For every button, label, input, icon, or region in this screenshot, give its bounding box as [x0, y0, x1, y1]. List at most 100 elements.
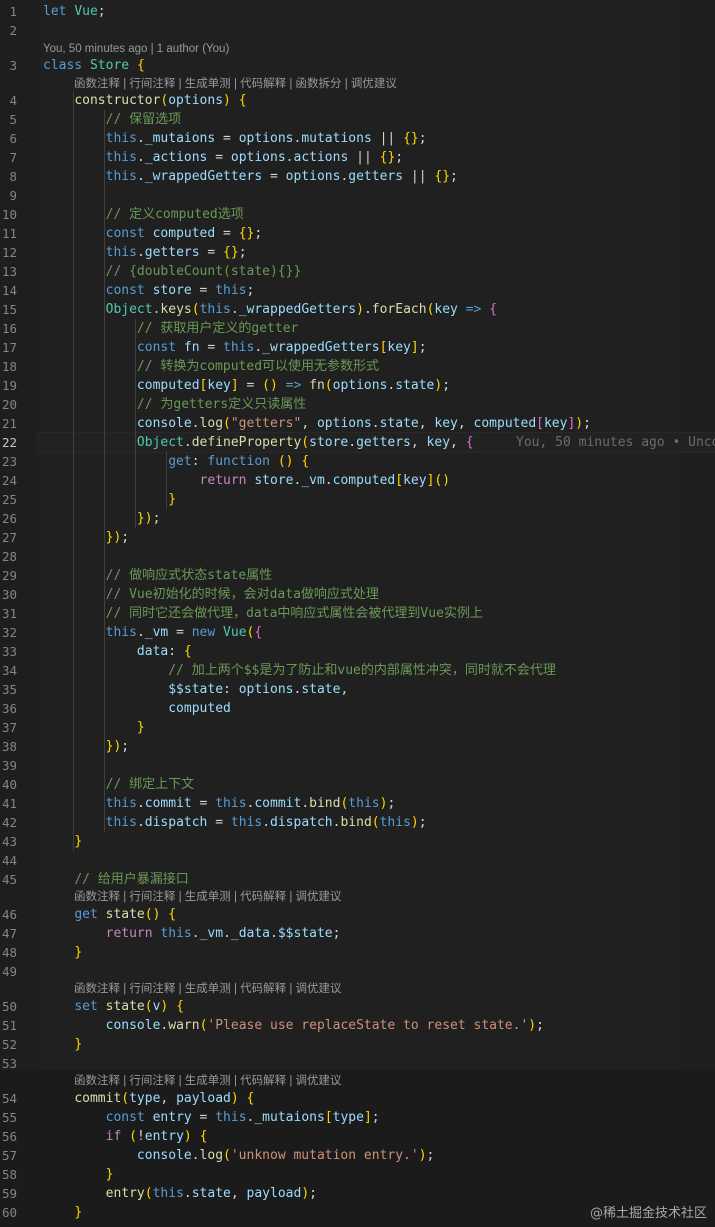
code-line[interactable]: 28 — [0, 547, 715, 566]
ai-codelens-actions[interactable]: 函数注释 | 行间注释 | 生成单测 | 代码解释 | 调优建议 — [74, 980, 342, 998]
code-line[interactable]: 9 — [0, 186, 715, 205]
code-line[interactable]: 53 — [0, 1054, 715, 1073]
code-line[interactable]: 33 data: { — [0, 642, 715, 661]
code-line[interactable]: 16 // 获取用户定义的getter — [0, 319, 715, 338]
line-number: 27 — [1, 530, 17, 545]
line-number: 22 — [1, 435, 17, 450]
code-line[interactable]: 43 } — [0, 832, 715, 851]
code-text: this.commit = this.commit.bind(this); — [105, 796, 396, 811]
line-number: 34 — [1, 663, 17, 678]
code-line[interactable]: 36 computed — [0, 699, 715, 718]
code-line[interactable]: 29 // 做响应式状态state属性 — [0, 566, 715, 585]
line-number: 53 — [1, 1056, 17, 1071]
line-number: 25 — [1, 492, 17, 507]
code-line[interactable]: 19 computed[key] = () => fn(options.stat… — [0, 376, 715, 395]
code-text: console.log('unknow mutation entry.'); — [136, 1148, 435, 1163]
code-text: }); — [105, 739, 130, 754]
code-line[interactable]: 57 console.log('unknow mutation entry.')… — [0, 1146, 715, 1165]
line-number: 14 — [1, 283, 17, 298]
code-line[interactable]: 31 // 同时它还会做代理，data中响应式属性会被代理到Vue实例上 — [0, 604, 715, 623]
code-text: // 定义computed选项 — [105, 207, 244, 222]
code-text: // Vue初始化的时候，会对data做响应式处理 — [105, 587, 379, 602]
code-text: this.dispatch = this.dispatch.bind(this)… — [105, 815, 427, 830]
code-line[interactable]: 27 }); — [0, 528, 715, 547]
code-line[interactable]: 10 // 定义computed选项 — [0, 205, 715, 224]
code-line[interactable]: 22 Object.defineProperty(store.getters, … — [0, 433, 715, 452]
code-line[interactable]: 8 this._wrappedGetters = options.getters… — [0, 167, 715, 186]
line-number: 52 — [1, 1037, 17, 1052]
line-number: 15 — [1, 302, 17, 317]
code-line[interactable]: 40 // 绑定上下文 — [0, 775, 715, 794]
line-number: 11 — [1, 226, 17, 241]
code-line[interactable]: 44 — [0, 851, 715, 870]
code-line[interactable]: 42 this.dispatch = this.dispatch.bind(th… — [0, 813, 715, 832]
code-line[interactable]: 32 this._vm = new Vue({ — [0, 623, 715, 642]
code-line[interactable]: 39 — [0, 756, 715, 775]
line-number: 49 — [1, 964, 17, 979]
code-line[interactable]: 47 return this._vm._data.$$state; — [0, 924, 715, 943]
code-line[interactable]: 4 constructor(options) { — [0, 91, 715, 110]
code-line[interactable]: 54 commit(type, payload) { — [0, 1089, 715, 1108]
code-line[interactable]: 30 // Vue初始化的时候，会对data做响应式处理 — [0, 585, 715, 604]
code-text: } — [168, 492, 177, 507]
code-line[interactable]: 12 this.getters = {}; — [0, 243, 715, 262]
code-line[interactable]: 38 }); — [0, 737, 715, 756]
code-line[interactable]: 59 entry(this.state, payload); — [0, 1184, 715, 1203]
code-text: const store = this; — [105, 283, 255, 298]
code-line[interactable]: 51 console.warn('Please use replaceState… — [0, 1016, 715, 1035]
code-line[interactable]: 46 get state() { — [0, 905, 715, 924]
line-number: 59 — [1, 1186, 17, 1201]
code-line[interactable]: 24 return store._vm.computed[key]() — [0, 471, 715, 490]
code-text: const computed = {}; — [105, 226, 263, 241]
line-number: 31 — [1, 606, 17, 621]
code-text: console.warn('Please use replaceState to… — [105, 1018, 544, 1033]
code-line[interactable]: 49 — [0, 962, 715, 981]
code-line[interactable]: 1 let Vue; — [0, 2, 715, 21]
line-number: 42 — [1, 815, 17, 830]
code-text: // 绑定上下文 — [105, 777, 195, 792]
code-line[interactable]: 55 const entry = this._mutaions[type]; — [0, 1108, 715, 1127]
code-line[interactable]: 21 console.log("getters", options.state,… — [0, 414, 715, 433]
inline-git-blame: You, 50 minutes ago • Unco — [516, 435, 715, 450]
code-line[interactable]: 17 const fn = this._wrappedGetters[key]; — [0, 338, 715, 357]
code-line[interactable]: 58 } — [0, 1165, 715, 1184]
code-line[interactable]: 48 } — [0, 943, 715, 962]
code-text: // {doubleCount(state){}} — [105, 264, 302, 279]
code-text: } — [74, 834, 83, 849]
code-line[interactable]: 15 Object.keys(this._wrappedGetters).for… — [0, 300, 715, 319]
code-line[interactable]: 11 const computed = {}; — [0, 224, 715, 243]
code-line[interactable]: 7 this._actions = options.actions || {}; — [0, 148, 715, 167]
code-editor[interactable]: You, 50 minutes ago | 1 author (You) 函数注… — [0, 0, 715, 1227]
code-line[interactable]: 45 // 给用户暴漏接口 — [0, 870, 715, 889]
line-number: 55 — [1, 1110, 17, 1125]
code-line[interactable]: 35 $$state: options.state, — [0, 680, 715, 699]
code-line[interactable]: 5 // 保留选项 — [0, 110, 715, 129]
code-line[interactable]: 2 — [0, 21, 715, 40]
line-number: 6 — [9, 131, 17, 146]
code-text: } — [136, 720, 145, 735]
code-line[interactable]: 20 // 为getters定义只读属性 — [0, 395, 715, 414]
ai-codelens-actions[interactable]: 函数注释 | 行间注释 | 生成单测 | 代码解释 | 调优建议 — [74, 888, 342, 906]
line-number: 13 — [1, 264, 17, 279]
code-line[interactable]: 13 // {doubleCount(state){}} — [0, 262, 715, 281]
code-text: const entry = this._mutaions[type]; — [105, 1110, 380, 1125]
code-text: data: { — [136, 644, 192, 659]
code-text: this._actions = options.actions || {}; — [105, 150, 404, 165]
code-line[interactable]: 56 if (!entry) { — [0, 1127, 715, 1146]
code-line[interactable]: 3 class Store { — [0, 56, 715, 75]
code-text: computed — [168, 701, 231, 716]
code-line[interactable]: 14 const store = this; — [0, 281, 715, 300]
code-line[interactable]: 26 }); — [0, 509, 715, 528]
code-line[interactable]: 34 // 加上两个$$是为了防止和vue的内部属性冲突，同时就不会代理 — [0, 661, 715, 680]
code-line[interactable]: 23 get: function () { — [0, 452, 715, 471]
code-line[interactable]: 50 set state(v) { — [0, 997, 715, 1016]
code-text: // 为getters定义只读属性 — [136, 397, 307, 412]
code-line[interactable]: 18 // 转换为computed可以使用无参数形式 — [0, 357, 715, 376]
line-number: 60 — [1, 1205, 17, 1220]
ai-codelens-actions[interactable]: 函数注释 | 行间注释 | 生成单测 | 代码解释 | 调优建议 — [74, 1072, 342, 1090]
code-line[interactable]: 37 } — [0, 718, 715, 737]
code-line[interactable]: 52 } — [0, 1035, 715, 1054]
code-line[interactable]: 41 this.commit = this.commit.bind(this); — [0, 794, 715, 813]
code-line[interactable]: 25 } — [0, 490, 715, 509]
code-line[interactable]: 6 this._mutaions = options.mutations || … — [0, 129, 715, 148]
